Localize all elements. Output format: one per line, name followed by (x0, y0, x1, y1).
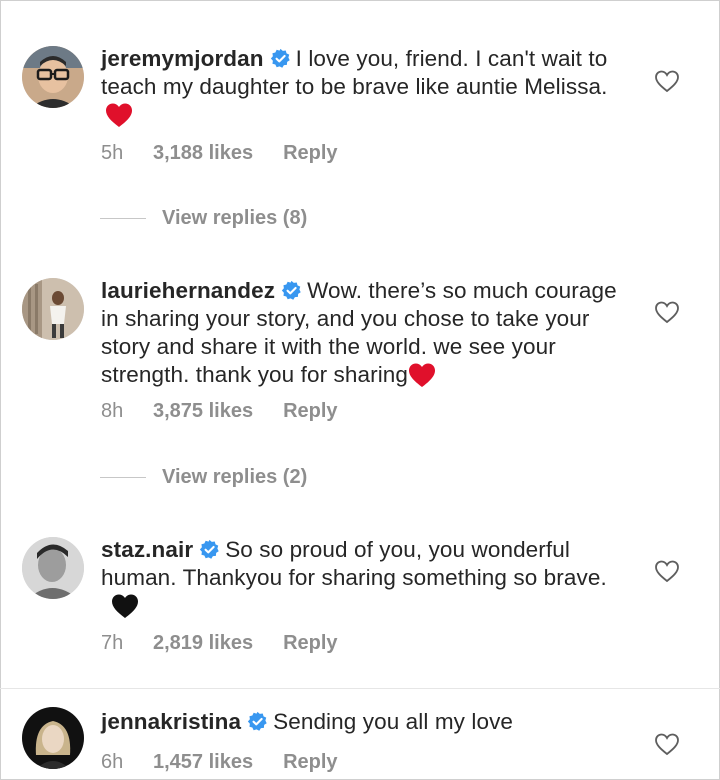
replies-divider-line (100, 477, 146, 479)
view-replies-label[interactable]: View replies (8) (162, 207, 307, 229)
comment-meta: 7h 2,819 likes Reply (101, 632, 338, 655)
comment-username[interactable]: jennakristina (101, 709, 241, 734)
comment-body: lauriehernandez Wow. there’s so much cour… (101, 277, 626, 389)
comment-meta: 6h 1,457 likes Reply (101, 751, 338, 774)
comment-username[interactable]: lauriehernandez (101, 278, 275, 303)
view-replies-label[interactable]: View replies (2) (162, 466, 307, 488)
verified-badge-icon (281, 280, 301, 300)
avatar[interactable] (22, 278, 84, 340)
avatar[interactable] (22, 707, 84, 769)
comment-body: jeremymjordan I love you, friend. I can't… (101, 45, 626, 129)
comment-likes[interactable]: 3,875 likes (153, 400, 253, 423)
comment-username[interactable]: jeremymjordan (101, 46, 264, 71)
verified-badge-icon (200, 539, 219, 559)
comment-divider (0, 688, 720, 689)
black-heart-emoji-icon (112, 594, 138, 618)
red-heart-emoji-icon (409, 363, 436, 387)
view-replies-link[interactable]: View replies (2) (100, 466, 307, 489)
view-replies-link[interactable]: View replies (8) (100, 207, 307, 230)
verified-badge-icon (247, 711, 267, 731)
comment-time: 8h (101, 400, 124, 422)
comment-time: 7h (101, 632, 124, 654)
reply-button[interactable]: Reply (283, 751, 337, 774)
comment-meta: 8h 3,875 likes Reply (101, 400, 338, 423)
reply-button[interactable]: Reply (283, 632, 337, 655)
reply-button[interactable]: Reply (283, 400, 337, 423)
heart-outline-icon[interactable] (654, 69, 680, 93)
reply-button[interactable]: Reply (283, 142, 337, 165)
heart-outline-icon[interactable] (654, 732, 680, 756)
comment-time: 6h (101, 751, 124, 773)
comment-text: Sending you all my love (273, 709, 514, 734)
comment-likes[interactable]: 3,188 likes (153, 142, 253, 165)
replies-divider-line (100, 218, 146, 220)
avatar[interactable] (22, 46, 84, 108)
avatar[interactable] (22, 537, 84, 599)
comment-time: 5h (101, 142, 124, 164)
comment-username[interactable]: staz.nair (101, 537, 193, 562)
comment-likes[interactable]: 2,819 likes (153, 632, 253, 655)
comment-body: staz.nair So so proud of you, you wonderf… (101, 536, 626, 620)
heart-outline-icon[interactable] (654, 559, 680, 583)
verified-badge-icon (270, 48, 290, 68)
red-heart-emoji-icon (106, 103, 132, 127)
heart-outline-icon[interactable] (654, 300, 680, 324)
comment-meta: 5h 3,188 likes Reply (101, 142, 338, 165)
comment-body: jennakristina Sending you all my love (101, 708, 626, 736)
comment-likes[interactable]: 1,457 likes (153, 751, 253, 774)
